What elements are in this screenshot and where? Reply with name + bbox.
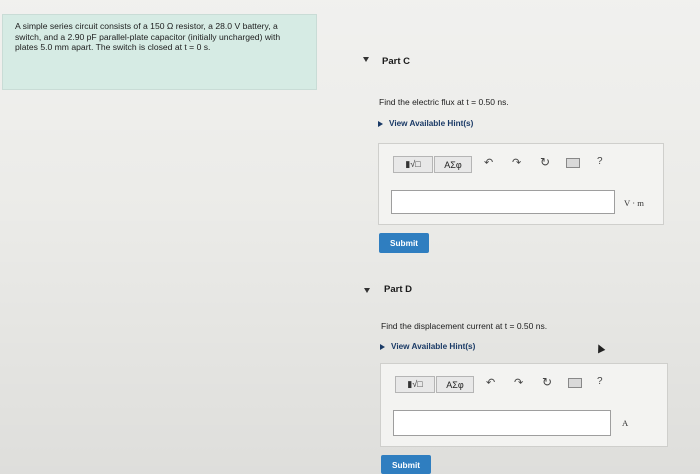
- part-c-unit: V · m: [624, 198, 644, 208]
- part-d-submit-label: Submit: [391, 459, 421, 470]
- part-d-answer-input[interactable]: [393, 410, 611, 436]
- problem-text: A simple series circuit consists of a 15…: [15, 21, 281, 53]
- reset-icon[interactable]: ↻: [542, 375, 552, 389]
- mouse-cursor-icon: [594, 342, 606, 354]
- part-d-unit: A: [622, 418, 629, 428]
- help-icon[interactable]: ?: [597, 156, 603, 167]
- part-d-hint-label: View Available Hint(s): [391, 342, 476, 351]
- undo-icon[interactable]: ↶: [484, 156, 493, 169]
- part-c-hint-link[interactable]: View Available Hint(s): [378, 119, 473, 128]
- greek-symbols-button[interactable]: ΑΣφ: [436, 376, 474, 393]
- part-c-question: Find the electric flux at t = 0.50 ns.: [379, 97, 509, 107]
- part-c-answer-input[interactable]: [391, 190, 615, 214]
- redo-icon[interactable]: ↷: [512, 156, 521, 169]
- problem-statement: A simple series circuit consists of a 15…: [2, 14, 317, 90]
- expand-arrow-icon: [380, 343, 385, 350]
- help-icon[interactable]: ?: [597, 376, 603, 387]
- greek-symbols-button[interactable]: ΑΣφ: [434, 156, 472, 173]
- part-d-hint-link[interactable]: View Available Hint(s): [380, 342, 475, 351]
- part-d-header[interactable]: Part D: [384, 284, 412, 295]
- keyboard-icon[interactable]: [566, 158, 580, 168]
- math-template-button[interactable]: ▮√□: [393, 156, 433, 173]
- part-d-answer-panel: ▮√□ ΑΣφ ↶ ↷ ↻ ? A: [380, 363, 668, 447]
- math-template-button[interactable]: ▮√□: [395, 376, 435, 393]
- expand-arrow-icon: [378, 120, 383, 127]
- part-d-question: Find the displacement current at t = 0.5…: [381, 321, 548, 331]
- collapse-caret-icon[interactable]: [364, 288, 370, 293]
- undo-icon[interactable]: ↶: [486, 376, 495, 389]
- redo-icon[interactable]: ↷: [514, 376, 523, 389]
- math-template-label: ▮√□: [407, 379, 423, 389]
- part-c-submit-button[interactable]: Submit: [379, 233, 429, 253]
- math-template-label: ▮√□: [405, 159, 421, 169]
- greek-symbols-label: ΑΣφ: [446, 379, 464, 390]
- collapse-caret-icon[interactable]: [363, 57, 369, 62]
- reset-icon[interactable]: ↻: [540, 155, 550, 169]
- part-c-header[interactable]: Part C: [382, 56, 410, 67]
- keyboard-icon[interactable]: [568, 378, 582, 388]
- part-d-submit-button[interactable]: Submit: [381, 455, 431, 474]
- part-c-answer-panel: ▮√□ ΑΣφ ↶ ↷ ↻ ? V · m: [378, 143, 664, 225]
- greek-symbols-label: ΑΣφ: [444, 159, 462, 170]
- part-c-hint-label: View Available Hint(s): [389, 119, 474, 128]
- part-c-submit-label: Submit: [389, 238, 419, 248]
